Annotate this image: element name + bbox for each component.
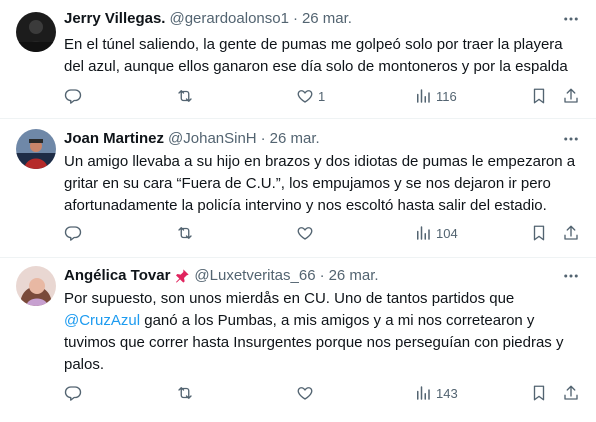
bookmark-icon: [533, 88, 545, 104]
like-icon: [297, 387, 313, 400]
like-button[interactable]: [296, 223, 318, 243]
author-handle[interactable]: @gerardoalonso1: [169, 9, 288, 29]
bookmark-icon: [533, 225, 545, 241]
share-button[interactable]: [562, 86, 580, 106]
views-count: 104: [436, 225, 458, 241]
like-button[interactable]: [296, 383, 318, 403]
tweet-text: En el túnel saliendo, la gente de pumas …: [64, 36, 568, 75]
bookmark-icon: [533, 385, 545, 401]
author-name[interactable]: Jerry Villegas.: [64, 9, 165, 29]
tweet-header: Jerry Villegas. @gerardoalonso1 · 26 mar…: [64, 9, 556, 29]
reply-button[interactable]: [64, 383, 82, 403]
tweet-actions: 143: [64, 383, 584, 403]
views-button[interactable]: 143: [414, 383, 458, 403]
separator-dot: ·: [292, 10, 298, 27]
tweet-text: Un amigo llevaba a su hijo en brazos y d…: [64, 153, 576, 214]
author-handle[interactable]: @JohanSinH: [168, 129, 257, 149]
reply-button[interactable]: [64, 223, 82, 243]
more-icon[interactable]: [560, 266, 582, 286]
tweet-actions: 1 116: [64, 86, 584, 106]
views-icon: [417, 386, 430, 400]
bookmark-button[interactable]: [530, 223, 548, 243]
tweet-date[interactable]: 26 mar.: [270, 129, 320, 149]
views-button[interactable]: 104: [414, 223, 458, 243]
like-count: 1: [318, 88, 326, 104]
tweet-text: Por supuesto, son unos mierdås en CU. Un…: [64, 288, 584, 376]
more-icon[interactable]: [560, 9, 582, 29]
views-count: 143: [436, 385, 458, 401]
views-button[interactable]: 116: [414, 86, 457, 106]
like-button[interactable]: 1: [296, 86, 325, 106]
views-icon: [417, 89, 430, 103]
bookmark-button[interactable]: [530, 383, 548, 403]
like-icon: [297, 90, 313, 103]
separator-dot: ·: [260, 130, 266, 147]
reply-icon: [64, 386, 82, 401]
share-icon: [564, 88, 578, 103]
views-count: 116: [436, 88, 457, 104]
reply-icon: [64, 89, 82, 104]
tweet-actions: 104: [64, 223, 584, 243]
like-icon: [297, 227, 313, 240]
views-icon: [417, 226, 430, 240]
tweet-header: Joan Martinez @JohanSinH · 26 mar.: [64, 129, 556, 149]
reply-button[interactable]: [64, 86, 82, 106]
more-icon[interactable]: [560, 129, 582, 149]
tweet[interactable]: Joan Martinez @JohanSinH · 26 mar. Un am…: [0, 119, 596, 258]
avatar[interactable]: [16, 12, 56, 52]
mention-link[interactable]: @CruzAzul: [64, 312, 140, 329]
tweet-text-part: Por supuesto, son unos mierdås en CU. Un…: [64, 290, 515, 307]
tweet-date[interactable]: 26 mar.: [329, 266, 379, 286]
share-icon: [564, 385, 578, 400]
retweet-icon: [178, 227, 192, 239]
pin-icon: [174, 268, 190, 284]
avatar[interactable]: [16, 266, 56, 306]
tweet-date[interactable]: 26 mar.: [302, 9, 352, 29]
author-handle[interactable]: @Luxetveritas_66: [194, 266, 315, 286]
retweet-button[interactable]: [176, 223, 194, 243]
retweet-icon: [178, 90, 192, 102]
tweet-feed: Jerry Villegas. @gerardoalonso1 · 26 mar…: [0, 0, 596, 422]
reply-icon: [64, 226, 82, 241]
share-icon: [564, 225, 578, 240]
tweet[interactable]: Jerry Villegas. @gerardoalonso1 · 26 mar…: [0, 0, 596, 119]
tweet[interactable]: Angélica Tovar @Luxetveritas_66 · 26 mar…: [0, 258, 596, 422]
avatar[interactable]: [16, 129, 56, 169]
author-name[interactable]: Joan Martinez: [64, 129, 164, 149]
author-name[interactable]: Angélica Tovar: [64, 266, 170, 286]
tweet-header: Angélica Tovar @Luxetveritas_66 · 26 mar…: [64, 266, 556, 286]
share-button[interactable]: [562, 383, 580, 403]
retweet-button[interactable]: [176, 383, 194, 403]
share-button[interactable]: [562, 223, 580, 243]
retweet-button[interactable]: [176, 86, 194, 106]
retweet-icon: [178, 387, 192, 399]
separator-dot: ·: [319, 267, 325, 284]
bookmark-button[interactable]: [530, 86, 548, 106]
